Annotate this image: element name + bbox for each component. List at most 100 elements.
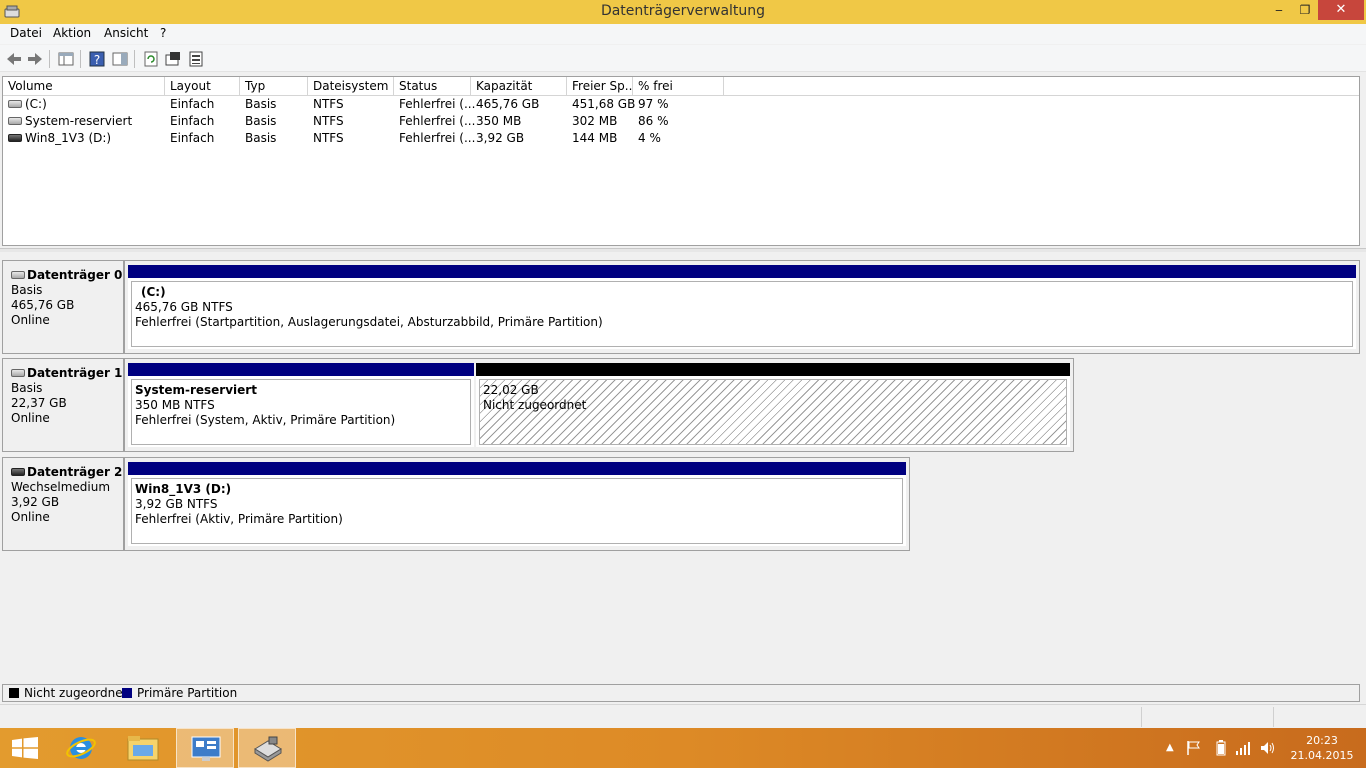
partition-system-reserviert[interactable]: System-reserviert 350 MB NTFS Fehlerfrei… bbox=[128, 363, 474, 447]
menu-datei[interactable]: Datei bbox=[10, 26, 42, 40]
start-icon bbox=[12, 737, 38, 759]
volume-list-header: Volume Layout Typ Dateisystem Status Kap… bbox=[3, 77, 1359, 96]
disk-map-1: System-reserviert 350 MB NTFS Fehlerfrei… bbox=[124, 358, 1074, 452]
battery-icon[interactable] bbox=[1215, 740, 1227, 756]
svg-text:?: ? bbox=[94, 53, 100, 67]
volume-cell: (C:) bbox=[3, 96, 47, 113]
toolbar-separator bbox=[80, 50, 81, 68]
volume-row[interactable]: Win8_1V3 (D:) Einfach Basis NTFS Fehlerf… bbox=[3, 130, 1359, 147]
status-bar bbox=[0, 704, 1366, 728]
column-status[interactable]: Status bbox=[394, 77, 471, 96]
refresh-icon[interactable] bbox=[142, 50, 160, 68]
volume-row[interactable]: (C:) Einfach Basis NTFS Fehlerfrei (... … bbox=[3, 96, 1359, 113]
disk-label-1[interactable]: Datenträger 1 Basis 22,37 GB Online bbox=[2, 358, 124, 452]
volume-icon[interactable] bbox=[1259, 740, 1275, 756]
menu-help[interactable]: ? bbox=[160, 26, 166, 40]
disk-name: Datenträger 0 bbox=[11, 268, 123, 283]
typ-cell: Basis bbox=[245, 97, 277, 111]
back-icon[interactable] bbox=[5, 50, 23, 68]
toolbar-separator bbox=[134, 50, 135, 68]
maximize-button[interactable]: ❐ bbox=[1290, 0, 1320, 20]
clock-date: 21.04.2015 bbox=[1290, 749, 1354, 762]
kapazitaet-cell: 465,76 GB bbox=[476, 97, 540, 111]
volume-name: (C:) bbox=[25, 97, 47, 111]
status-cell: Fehlerfrei (... bbox=[399, 131, 476, 145]
column-freier-speicher[interactable]: Freier Sp... bbox=[567, 77, 633, 96]
frei-cell: 144 MB bbox=[572, 131, 618, 145]
disk-name-text: Datenträger 1 bbox=[27, 366, 123, 380]
disk-settings-icon[interactable] bbox=[187, 50, 205, 68]
column-kapazitaet[interactable]: Kapazität bbox=[471, 77, 567, 96]
partition-size: 3,92 GB NTFS bbox=[135, 497, 218, 511]
disk-name: Datenträger 1 bbox=[11, 366, 123, 381]
partition-size: 22,02 GB bbox=[483, 383, 539, 397]
legend-label-unallocated: Nicht zugeordnet bbox=[24, 686, 128, 700]
fs-cell: NTFS bbox=[313, 114, 344, 128]
show-hide-icon[interactable] bbox=[111, 50, 129, 68]
menu-bar: Datei Aktion Ansicht ? bbox=[0, 24, 1366, 44]
taskbar-clock[interactable]: 20:23 21.04.2015 bbox=[1290, 733, 1354, 763]
disk-name-text: Datenträger 2 bbox=[27, 465, 123, 479]
status-cell: Fehlerfrei (... bbox=[399, 97, 476, 111]
primary-partition-bar bbox=[128, 363, 474, 376]
partition-status: Fehlerfrei (Aktiv, Primäre Partition) bbox=[135, 512, 343, 526]
status-separator bbox=[1273, 707, 1274, 727]
taskbar-file-explorer[interactable] bbox=[114, 728, 172, 768]
column-layout[interactable]: Layout bbox=[165, 77, 240, 96]
partition-d[interactable]: Win8_1V3 (D:) 3,92 GB NTFS Fehlerfrei (A… bbox=[128, 462, 906, 546]
removable-drive-icon bbox=[8, 133, 22, 142]
forward-icon[interactable] bbox=[26, 50, 44, 68]
partition-status: Fehlerfrei (System, Aktiv, Primäre Parti… bbox=[135, 413, 396, 427]
drive-icon bbox=[8, 99, 22, 108]
partition-unallocated[interactable]: 22,02 GB Nicht zugeordnet bbox=[476, 363, 1070, 447]
legend-swatch-primary bbox=[122, 688, 132, 698]
show-hidden-icons-icon[interactable]: ▲ bbox=[1166, 742, 1174, 753]
disk-type: Basis bbox=[11, 381, 43, 395]
unallocated-bar bbox=[476, 363, 1070, 376]
volume-cell: System-reserviert bbox=[3, 113, 132, 130]
volume-row[interactable]: System-reserviert Einfach Basis NTFS Feh… bbox=[3, 113, 1359, 130]
toolbar-separator bbox=[49, 50, 50, 68]
disk-state: Online bbox=[11, 313, 50, 327]
partition-status: Fehlerfrei (Startpartition, Auslagerungs… bbox=[135, 315, 603, 329]
fs-cell: NTFS bbox=[313, 131, 344, 145]
layout-cell: Einfach bbox=[170, 131, 215, 145]
properties-icon[interactable] bbox=[164, 50, 182, 68]
close-button[interactable]: ✕ bbox=[1318, 0, 1364, 20]
menu-ansicht[interactable]: Ansicht bbox=[104, 26, 148, 40]
column-volume[interactable]: Volume bbox=[3, 77, 165, 96]
typ-cell: Basis bbox=[245, 114, 277, 128]
column-prozent-frei[interactable]: % frei bbox=[633, 77, 724, 96]
disk-map-2: Win8_1V3 (D:) 3,92 GB NTFS Fehlerfrei (A… bbox=[124, 457, 910, 551]
action-center-flag-icon[interactable] bbox=[1186, 740, 1202, 756]
partition-c[interactable]: (C:) 465,76 GB NTFS Fehlerfrei (Startpar… bbox=[128, 265, 1356, 349]
control-panel-icon bbox=[191, 736, 221, 761]
taskbar-control-panel[interactable] bbox=[176, 728, 234, 768]
legend-label-primary: Primäre Partition bbox=[137, 686, 238, 700]
pct-cell: 86 % bbox=[638, 114, 669, 128]
disk-icon bbox=[11, 270, 25, 279]
drive-icon bbox=[8, 116, 22, 125]
legend-swatch-unallocated bbox=[9, 688, 19, 698]
frei-cell: 451,68 GB bbox=[572, 97, 636, 111]
column-dateisystem[interactable]: Dateisystem bbox=[308, 77, 394, 96]
taskbar-disk-management[interactable] bbox=[238, 728, 296, 768]
console-tree-icon[interactable] bbox=[57, 50, 75, 68]
taskbar-internet-explorer[interactable] bbox=[52, 728, 110, 768]
menu-aktion[interactable]: Aktion bbox=[53, 26, 91, 40]
disk-size: 3,92 GB bbox=[11, 495, 60, 509]
primary-partition-bar bbox=[128, 265, 1356, 278]
column-typ[interactable]: Typ bbox=[240, 77, 308, 96]
status-separator bbox=[1141, 707, 1142, 727]
partition-status: Nicht zugeordnet bbox=[483, 398, 587, 412]
disk-size: 22,37 GB bbox=[11, 396, 67, 410]
disk-pane: Datenträger 0 Basis 465,76 GB Online (C:… bbox=[2, 252, 1360, 682]
disk-name-text: Datenträger 0 bbox=[27, 268, 123, 282]
disk-label-0[interactable]: Datenträger 0 Basis 465,76 GB Online bbox=[2, 260, 124, 354]
disk-name: Datenträger 2 bbox=[11, 465, 123, 480]
help-icon[interactable]: ? bbox=[88, 50, 106, 68]
disk-label-2[interactable]: Datenträger 2 Wechselmedium 3,92 GB Onli… bbox=[2, 457, 124, 551]
frei-cell: 302 MB bbox=[572, 114, 618, 128]
network-icon[interactable] bbox=[1235, 740, 1251, 756]
start-button[interactable] bbox=[0, 728, 58, 768]
